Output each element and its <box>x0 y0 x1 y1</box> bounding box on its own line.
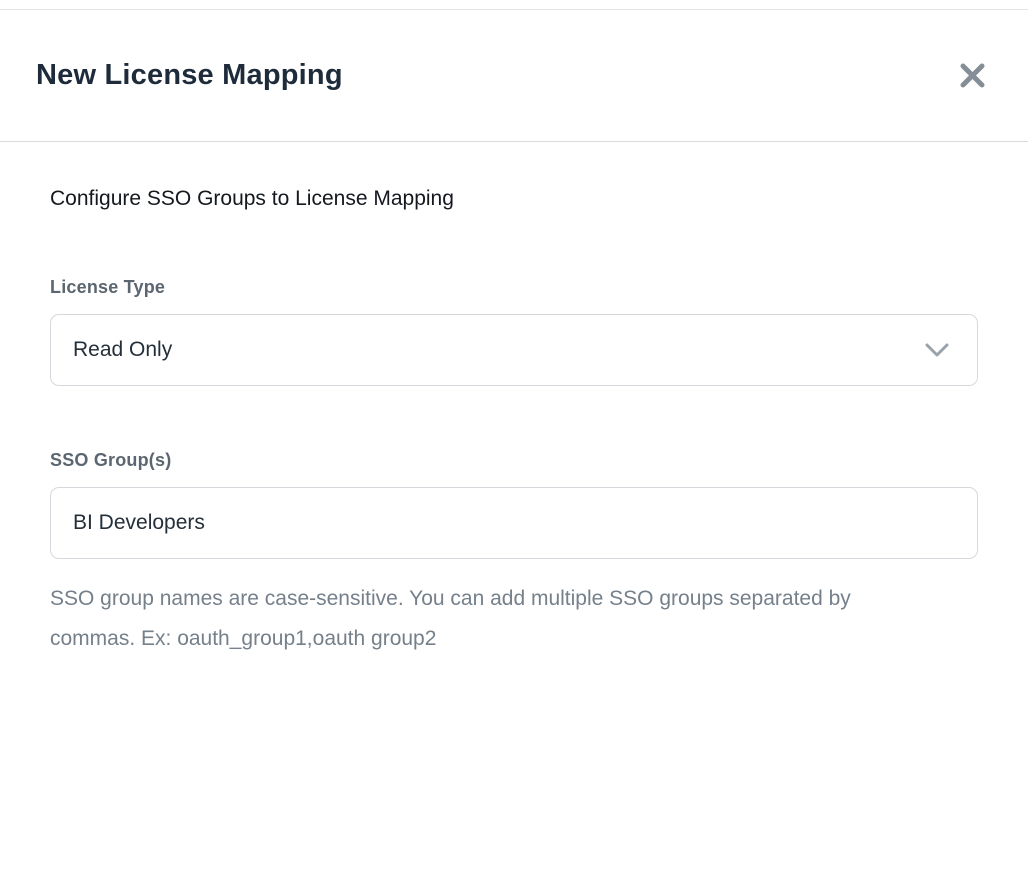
license-type-select[interactable]: Read Only <box>50 314 978 386</box>
configure-heading: Configure SSO Groups to License Mapping <box>50 187 978 211</box>
sso-groups-help-text: SSO group names are case-sensitive. You … <box>50 579 930 659</box>
close-button[interactable] <box>955 58 990 93</box>
license-type-label: License Type <box>50 277 978 298</box>
dialog-body: Configure SSO Groups to License Mapping … <box>0 187 1028 659</box>
page-background: New License Mapping Configure SSO Groups… <box>0 0 1028 876</box>
close-icon <box>959 62 986 89</box>
new-license-mapping-dialog: New License Mapping Configure SSO Groups… <box>0 9 1028 876</box>
license-type-selected-value: Read Only <box>73 338 172 362</box>
dialog-header: New License Mapping <box>0 10 1028 142</box>
dialog-title: New License Mapping <box>36 59 343 92</box>
sso-groups-input[interactable] <box>50 487 978 559</box>
chevron-down-icon <box>925 343 949 358</box>
sso-groups-label: SSO Group(s) <box>50 450 978 471</box>
